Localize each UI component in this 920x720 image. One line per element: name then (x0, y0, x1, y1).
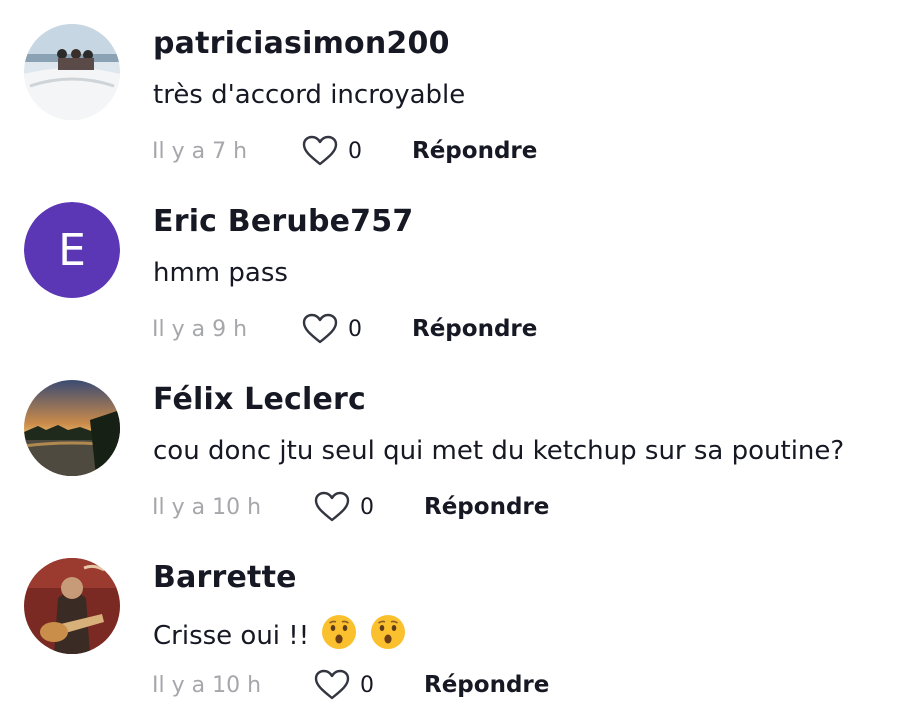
comment-item: Félix Leclerc cou donc jtu seul qui met … (0, 356, 920, 534)
comment-item: E Eric Berube757 hmm pass Il y a 9 h 0 R… (0, 178, 920, 356)
like-count: 0 (360, 672, 374, 698)
reply-button[interactable]: Répondre (412, 138, 537, 164)
comment-text-content: Crisse oui !! (153, 621, 310, 651)
comment-item: Barrette Crisse oui !! Il y a 10 h 0 Rép… (0, 534, 920, 712)
avatar[interactable] (24, 380, 120, 476)
avatar[interactable] (24, 558, 120, 654)
comment-time: Il y a 10 h (152, 672, 262, 698)
comment-meta: Il y a 10 h 0 Répondre (152, 489, 549, 525)
comment-username[interactable]: patriciasimon200 (153, 26, 450, 61)
avatar[interactable]: E (24, 202, 120, 298)
comment-time: Il y a 7 h (152, 138, 248, 164)
hushed-face-emoji (370, 614, 406, 657)
reply-button[interactable]: Répondre (424, 672, 549, 698)
comment-text: très d'accord incroyable (153, 80, 466, 110)
heart-outline-icon (314, 669, 350, 700)
comment-time: Il y a 10 h (152, 494, 262, 520)
like-count: 0 (360, 494, 374, 520)
comment-meta: Il y a 9 h 0 Répondre (152, 311, 537, 347)
comment-username[interactable]: Félix Leclerc (153, 382, 366, 417)
heart-outline-icon (302, 313, 338, 344)
like-count: 0 (348, 138, 362, 164)
comment-text: Crisse oui !! (153, 614, 406, 657)
like-button[interactable]: 0 (314, 491, 424, 523)
comment-text: hmm pass (153, 258, 288, 288)
hushed-face-emoji (321, 614, 357, 657)
like-count: 0 (348, 316, 362, 342)
comment-username[interactable]: Barrette (153, 560, 297, 595)
heart-outline-icon (302, 135, 338, 166)
avatar[interactable] (24, 24, 120, 120)
comment-text: cou donc jtu seul qui met du ketchup sur… (153, 436, 845, 466)
comment-username[interactable]: Eric Berube757 (153, 204, 413, 239)
comment-meta: Il y a 10 h 0 Répondre (152, 667, 549, 703)
reply-button[interactable]: Répondre (424, 494, 549, 520)
heart-outline-icon (314, 491, 350, 522)
comment-time: Il y a 9 h (152, 316, 248, 342)
like-button[interactable]: 0 (302, 313, 412, 345)
comment-item: patriciasimon200 très d'accord incroyabl… (0, 0, 920, 178)
avatar-letter: E (24, 202, 120, 298)
like-button[interactable]: 0 (314, 669, 424, 701)
reply-button[interactable]: Répondre (412, 316, 537, 342)
like-button[interactable]: 0 (302, 135, 412, 167)
comment-meta: Il y a 7 h 0 Répondre (152, 133, 537, 169)
